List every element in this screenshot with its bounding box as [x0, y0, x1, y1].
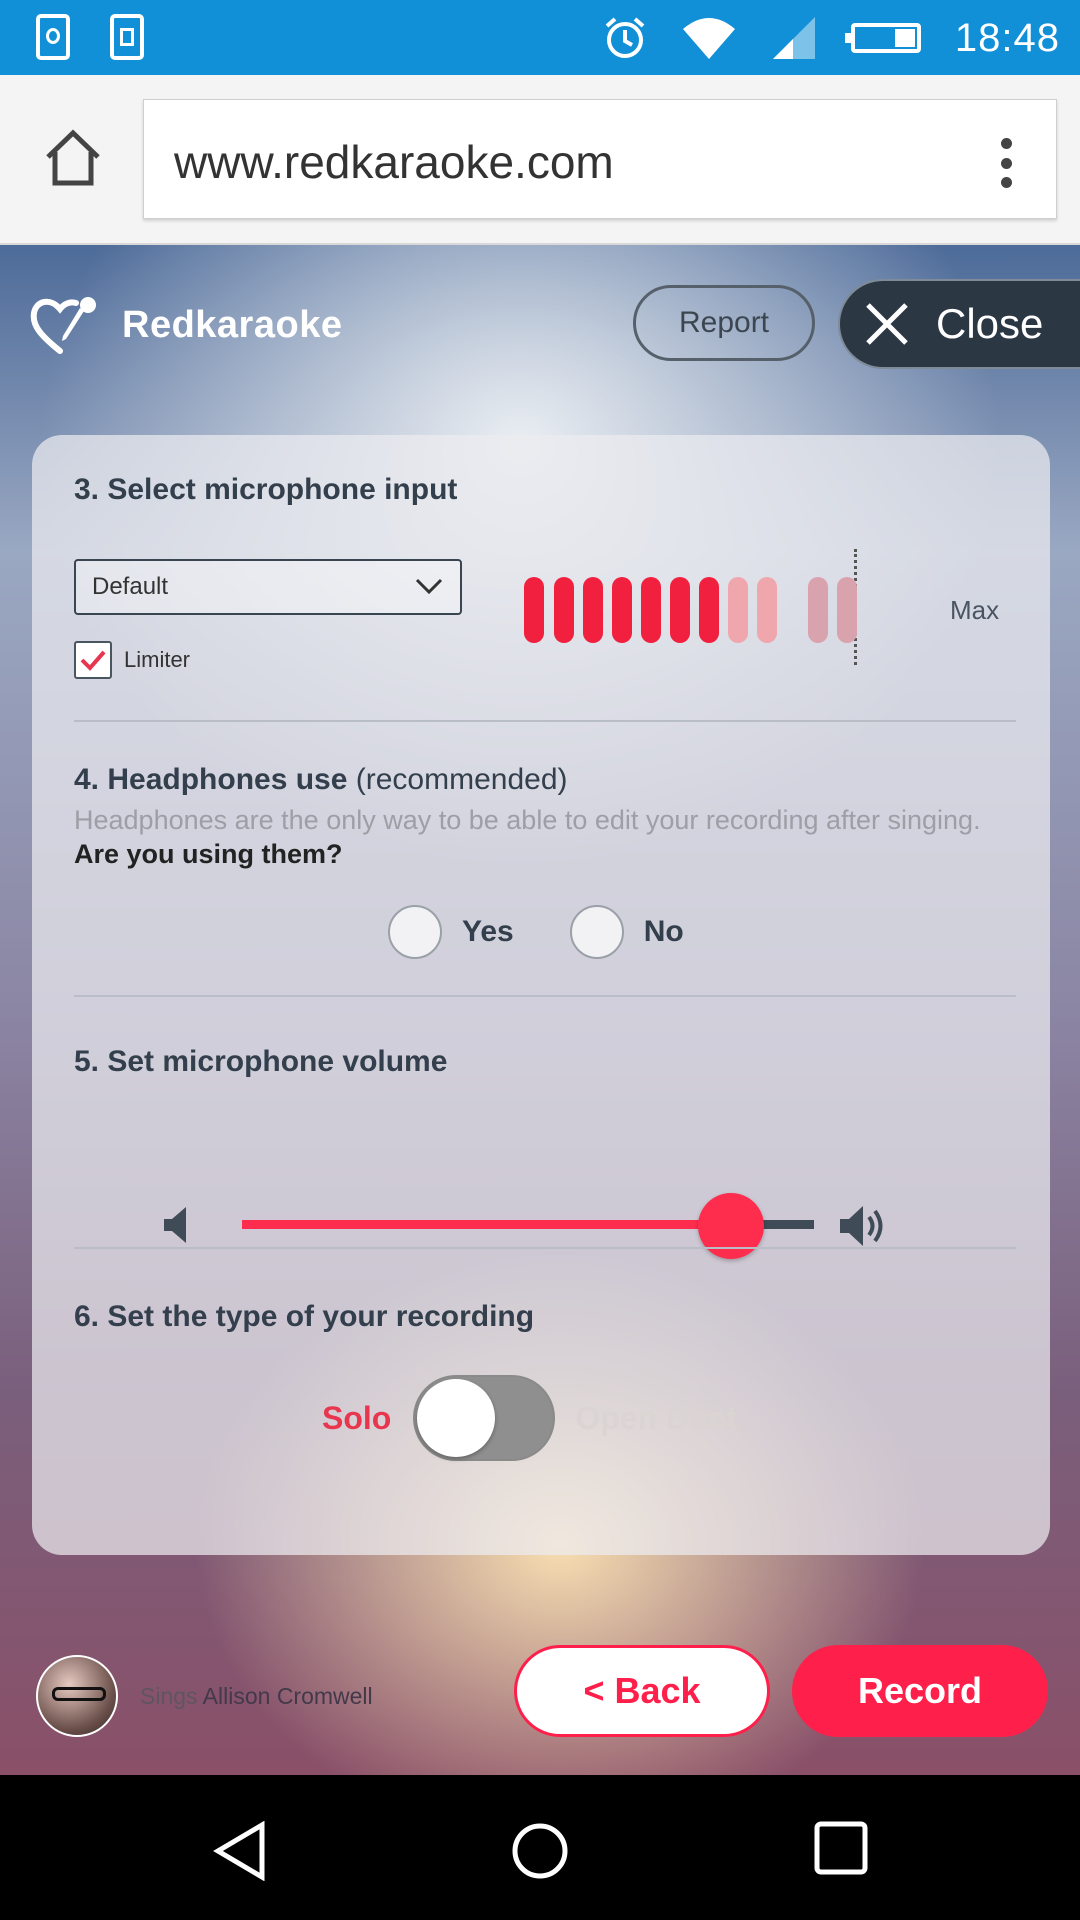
headphones-title-bold: 4. Headphones use	[74, 763, 348, 796]
volume-slider-filled[interactable]	[242, 1220, 732, 1229]
home-icon[interactable]	[40, 125, 106, 191]
close-label: Close	[936, 300, 1044, 347]
home-nav-icon[interactable]	[510, 1821, 570, 1881]
microphone-select-value: Default	[92, 573, 169, 600]
meter-bar	[808, 577, 828, 643]
meter-bar	[699, 577, 719, 643]
wifi-icon	[682, 18, 735, 59]
limiter-checkbox[interactable]	[74, 641, 112, 679]
heart-mic-logo-icon	[30, 297, 96, 354]
meter-bar	[583, 577, 603, 643]
url-text[interactable]: www.redkaraoke.com	[174, 135, 614, 189]
recording-type-toggle-row: Solo Open Duet	[322, 1375, 737, 1461]
headphones-description: Headphones are the only way to be able t…	[74, 803, 1004, 871]
volume-slider-thumb[interactable]	[698, 1193, 764, 1259]
back-nav-icon[interactable]	[212, 1821, 268, 1881]
meter-bar	[757, 577, 777, 643]
browser-toolbar: www.redkaraoke.com	[0, 75, 1080, 245]
limiter-label: Limiter	[124, 647, 191, 672]
back-button[interactable]: < Back	[514, 1645, 770, 1737]
meter-bar	[524, 577, 544, 643]
close-button[interactable]: Close	[838, 279, 1080, 369]
sync-notification-icon	[36, 14, 70, 60]
clock: 18:48	[954, 15, 1060, 60]
chevron-down-icon	[415, 578, 443, 595]
meter-bar	[670, 577, 690, 643]
headphones-title: 4. Headphones use (recommended)	[74, 763, 568, 797]
divider	[74, 1247, 1016, 1249]
checkmark-icon	[80, 650, 106, 671]
singer-info: Sings Allison Cromwell	[140, 1683, 373, 1710]
close-icon	[866, 303, 908, 345]
record-button[interactable]: Record	[792, 1645, 1048, 1737]
meter-bar	[641, 577, 661, 643]
no-radio[interactable]	[569, 905, 624, 959]
report-button[interactable]: Report	[633, 285, 815, 361]
meter-bar	[554, 577, 574, 643]
volume-low-icon	[164, 1207, 186, 1243]
limiter-option[interactable]: Limiter	[74, 641, 190, 679]
meter-bar	[837, 577, 857, 643]
settings-panel: 3. Select microphone input Default Limit…	[32, 435, 1050, 1555]
headphones-question: Are you using them?	[74, 839, 343, 869]
volume-control	[162, 1185, 962, 1265]
yes-radio[interactable]	[388, 905, 442, 959]
recents-nav-icon[interactable]	[814, 1821, 868, 1875]
singer-name: Allison Cromwell	[202, 1683, 373, 1709]
solo-label[interactable]: Solo	[322, 1400, 391, 1437]
yes-label[interactable]: Yes	[462, 915, 514, 949]
volume-high-icon	[840, 1206, 883, 1246]
device-notification-icon	[110, 14, 144, 60]
logo[interactable]: Redkaraoke	[30, 295, 342, 355]
divider	[74, 995, 1016, 997]
recording-type-toggle[interactable]	[413, 1375, 556, 1461]
logo-text: Redkaraoke	[122, 303, 343, 346]
page-content: Redkaraoke Report Close 3. Select microp…	[0, 245, 1080, 1775]
avatar	[36, 1655, 118, 1737]
divider	[74, 720, 1016, 722]
meter-max-label: Max	[950, 595, 1000, 625]
open-duet-label[interactable]: Open Duet	[575, 1400, 737, 1437]
meter-bar	[728, 577, 748, 643]
sings-prefix: Sings	[140, 1683, 198, 1709]
meter-bar	[612, 577, 632, 643]
microphone-select[interactable]: Default	[74, 559, 462, 615]
address-bar[interactable]: www.redkaraoke.com	[143, 99, 1057, 219]
alarm-icon	[605, 17, 645, 58]
battery-icon	[844, 23, 921, 53]
signal-icon	[772, 17, 815, 59]
mic-input-title: 3. Select microphone input	[74, 473, 458, 506]
overflow-menu-icon[interactable]	[1000, 138, 1012, 188]
android-nav-bar	[0, 1775, 1080, 1920]
headphones-title-extra: (recommended)	[347, 763, 568, 796]
recording-type-title: 6. Set the type of your recording	[74, 1300, 535, 1333]
volume-title: 5. Set microphone volume	[74, 1045, 448, 1078]
no-label[interactable]: No	[644, 915, 684, 949]
toggle-knob[interactable]	[417, 1379, 496, 1457]
headphones-radio-group: Yes No	[388, 905, 740, 959]
status-bar: 18:48	[0, 0, 1080, 75]
headphones-desc-text: Headphones are the only way to be able t…	[74, 805, 981, 835]
